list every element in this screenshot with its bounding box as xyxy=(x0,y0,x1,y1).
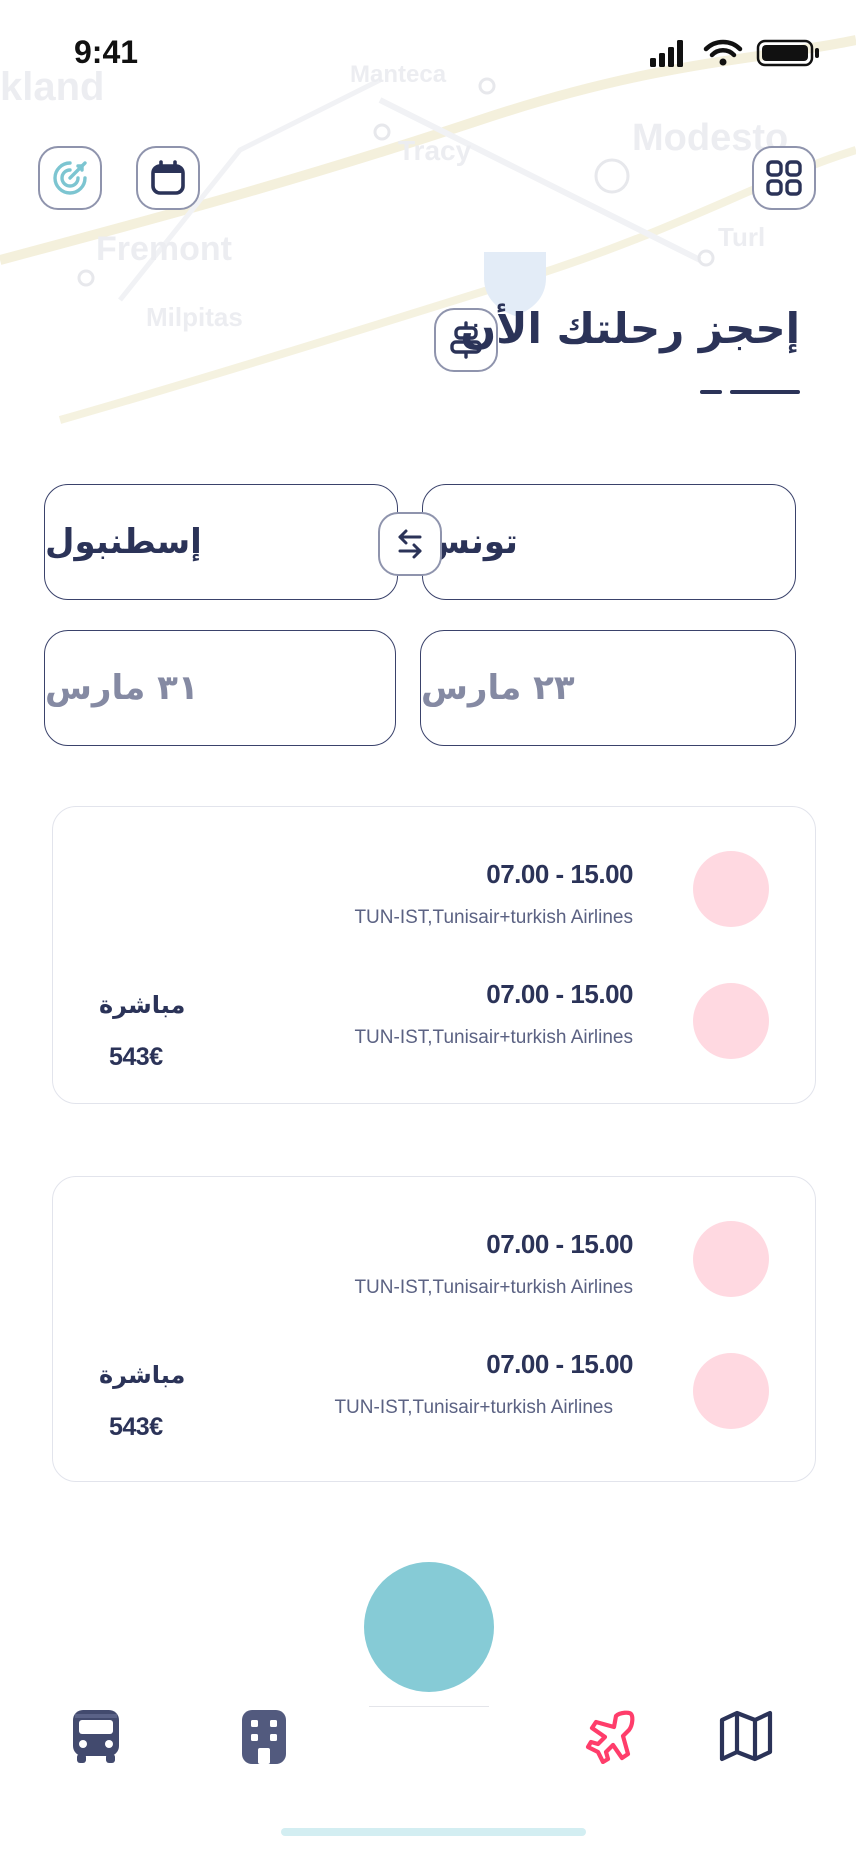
status-time: 9:41 xyxy=(74,34,139,70)
target-button[interactable] xyxy=(38,146,102,210)
flight-time: 07.00 - 15.00 xyxy=(486,979,633,1009)
calendar-button[interactable] xyxy=(136,146,200,210)
building-icon xyxy=(242,1710,286,1764)
flight-time: 07.00 - 15.00 xyxy=(486,859,633,889)
flight-route: TUN-IST,Tunisair+turkish Airlines xyxy=(354,1277,633,1298)
grid-icon xyxy=(766,160,802,196)
return-date-field[interactable]: ٣١ مارس xyxy=(44,630,396,746)
target-icon xyxy=(53,161,87,195)
map-label: Fremont xyxy=(96,230,232,268)
flight-time: 07.00 - 15.00 xyxy=(486,1349,633,1379)
flight-route: TUN-IST,Tunisair+turkish Airlines xyxy=(334,1397,613,1418)
flight-result-card[interactable]: 07.00 - 15.00 TUN-IST,Tunisair+turkish A… xyxy=(52,806,816,1104)
plane-icon xyxy=(585,1710,635,1764)
page-title: إحجز رحلتك الأن xyxy=(460,304,800,353)
to-city-field[interactable]: إسطنبول xyxy=(44,484,398,600)
stop-type: مباشرة xyxy=(99,991,186,1019)
map-label: Tracy xyxy=(398,135,472,166)
depart-date-value: ٢٣ مارس xyxy=(421,668,575,708)
battery-icon xyxy=(756,39,819,67)
nav-item-map[interactable] xyxy=(716,1706,776,1766)
map-label: Turl xyxy=(718,222,765,252)
flight-route: TUN-IST,Tunisair+turkish Airlines xyxy=(354,907,633,928)
bus-icon xyxy=(73,1710,119,1763)
depart-date-field[interactable]: ٢٣ مارس xyxy=(420,630,796,746)
nav-item-hotel[interactable] xyxy=(234,1706,294,1766)
airline-logo xyxy=(693,851,769,927)
price: 543€ xyxy=(109,1413,163,1441)
map-label: kland xyxy=(0,65,104,109)
price: 543€ xyxy=(109,1043,163,1071)
calendar-icon xyxy=(151,160,185,195)
flight-result-card[interactable]: 07.00 - 15.00 TUN-IST,Tunisair+turkish A… xyxy=(52,1176,816,1482)
nav-divider xyxy=(369,1706,489,1707)
stop-type: مباشرة xyxy=(99,1361,186,1389)
nav-item-flights[interactable] xyxy=(580,1706,640,1766)
map-label: Manteca xyxy=(350,61,447,88)
airline-logo xyxy=(693,1221,769,1297)
title-underline xyxy=(700,390,800,394)
return-date-value: ٣١ مارس xyxy=(45,668,199,708)
map-icon xyxy=(719,1710,773,1762)
swap-cities-button[interactable] xyxy=(378,512,442,576)
status-icons xyxy=(650,39,819,67)
flight-time: 07.00 - 15.00 xyxy=(486,1229,633,1259)
airline-logo xyxy=(693,1353,769,1429)
map-label: Milpitas xyxy=(146,302,243,332)
menu-grid-button[interactable] xyxy=(752,146,816,210)
center-action-button[interactable] xyxy=(364,1562,494,1692)
airline-logo xyxy=(693,983,769,1059)
nav-item-bus[interactable] xyxy=(66,1706,126,1766)
swap-icon xyxy=(398,529,422,559)
flight-route: TUN-IST,Tunisair+turkish Airlines xyxy=(354,1027,633,1048)
to-city-value: إسطنبول xyxy=(45,522,202,562)
from-city-field[interactable]: تونس xyxy=(422,484,796,600)
wifi-icon xyxy=(703,39,743,66)
home-indicator xyxy=(281,1828,586,1836)
signal-icon xyxy=(650,40,683,67)
